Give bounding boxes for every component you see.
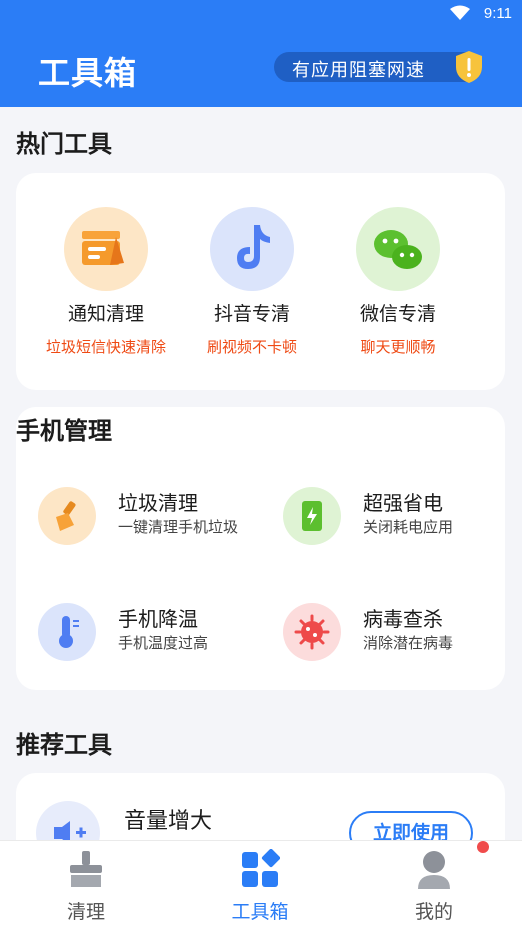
broom-icon (66, 849, 106, 889)
toolbox-icon (240, 848, 281, 889)
manage-item-name: 病毒查杀 (363, 607, 443, 631)
tiktok-icon (210, 207, 294, 291)
manage-item-virus-scan[interactable]: 病毒查杀 消除潜在病毒 (283, 603, 503, 673)
manage-item-desc: 手机温度过高 (118, 634, 209, 652)
tab-label: 我的 (414, 901, 453, 923)
hot-tools-card: 通知清理 垃圾短信快速清除 抖音专清 刷视频不卡顿 微信专清 聊天更顺畅 (16, 173, 505, 390)
tab-label: 工具箱 (231, 901, 289, 923)
phone-manage-card: 手机管理 垃圾清理 一键清理手机垃圾 超强省电 关闭耗电应用 手机降温 手机温度… (16, 407, 505, 690)
network-block-label: 有应用阻塞网速 (292, 60, 425, 81)
manage-item-desc: 一键清理手机垃圾 (118, 518, 239, 536)
hot-tool-sub: 垃圾短信快速清除 (45, 338, 166, 356)
manage-item-name: 垃圾清理 (118, 491, 198, 515)
manage-item-name: 手机降温 (118, 607, 198, 631)
tab-clean[interactable]: 清理 (31, 849, 141, 924)
notification-clean-icon (64, 207, 148, 291)
tab-mine[interactable]: 我的 (379, 849, 489, 924)
network-block-alert[interactable]: 有应用阻塞网速 (274, 51, 482, 83)
recommend-tool-name: 音量增大 (124, 809, 213, 834)
tab-label: 清理 (66, 901, 105, 923)
hot-tool-wechat-clean[interactable]: 微信专清 聊天更顺畅 (323, 207, 473, 357)
user-icon (414, 849, 454, 889)
tab-toolbox[interactable]: 工具箱 (205, 848, 315, 924)
section-title-hot: 热门工具 (16, 130, 112, 158)
wifi-icon (450, 5, 470, 20)
status-time: 9:11 (483, 5, 512, 22)
page-title: 工具箱 (38, 54, 138, 92)
manage-item-cool-down[interactable]: 手机降温 手机温度过高 (38, 603, 258, 673)
hot-tool-name: 通知清理 (67, 303, 144, 325)
notification-badge (477, 841, 489, 853)
manage-item-power-save[interactable]: 超强省电 关闭耗电应用 (283, 487, 503, 557)
manage-item-name: 超强省电 (363, 491, 443, 515)
hot-tool-name: 抖音专清 (213, 303, 290, 325)
hot-tool-sub: 刷视频不卡顿 (206, 338, 297, 356)
wechat-icon (356, 207, 440, 291)
manage-item-junk-clean[interactable]: 垃圾清理 一键清理手机垃圾 (38, 487, 258, 557)
manage-item-desc: 消除潜在病毒 (363, 634, 454, 652)
section-title-recommend: 推荐工具 (16, 731, 112, 759)
virus-icon (283, 603, 341, 661)
broom-icon (38, 487, 96, 545)
hot-tool-name: 微信专清 (359, 303, 436, 325)
hot-tool-tiktok-clean[interactable]: 抖音专清 刷视频不卡顿 (177, 207, 327, 357)
thermometer-icon (38, 603, 96, 661)
warning-shield-icon (456, 51, 482, 83)
hot-tool-notification-clean[interactable]: 通知清理 垃圾短信快速清除 (31, 207, 181, 357)
bottom-tab-bar: 清理 工具箱 我的 (0, 840, 522, 927)
battery-icon (283, 487, 341, 545)
manage-item-desc: 关闭耗电应用 (363, 518, 454, 536)
app-header: 工具箱 有应用阻塞网速 (0, 28, 522, 107)
hot-tool-sub: 聊天更顺畅 (360, 338, 436, 356)
status-bar: 9:11 (0, 0, 522, 28)
section-title-manage: 手机管理 (16, 417, 112, 445)
